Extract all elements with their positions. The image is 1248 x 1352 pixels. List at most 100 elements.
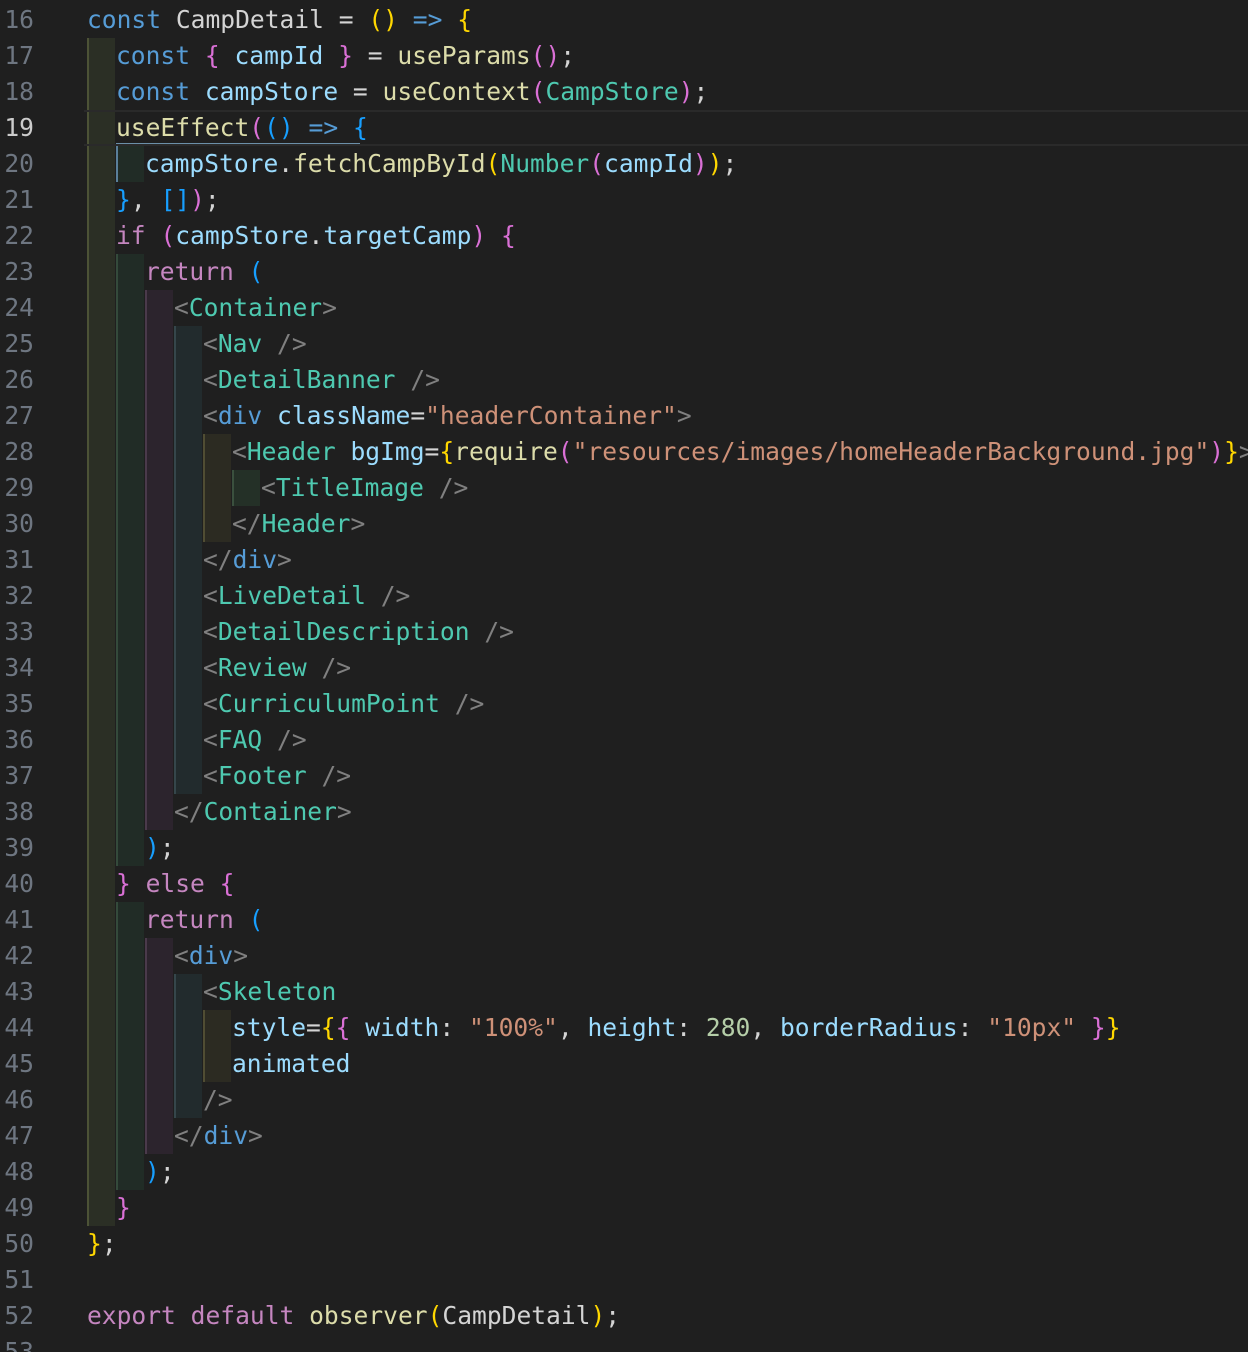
- code-token: <: [203, 977, 218, 1006]
- code-line[interactable]: 28 <Header bgImg={require("resources/imag…: [0, 434, 1248, 470]
- code-line[interactable]: 18 const campStore = useContext(CampStore…: [0, 74, 1248, 110]
- indent-guide: [232, 470, 260, 506]
- code-token: export: [87, 1301, 176, 1330]
- code-line[interactable]: 35 <CurriculumPoint />: [0, 686, 1248, 722]
- line-number: 40: [4, 869, 34, 898]
- code-line[interactable]: 34 <Review />: [0, 650, 1248, 686]
- code-line[interactable]: 23 return (: [0, 254, 1248, 290]
- indent-guide: [87, 614, 115, 650]
- line-number: 51: [4, 1265, 34, 1294]
- code-token: observer: [309, 1301, 428, 1330]
- code-line[interactable]: 20 campStore.fetchCampById(Number(campId)…: [0, 146, 1248, 182]
- code-line[interactable]: 39);: [0, 830, 1248, 866]
- indent-guide: [87, 578, 115, 614]
- code-line[interactable]: 44 style={{ width: "100%", height: 280, b…: [0, 1010, 1248, 1046]
- code-line[interactable]: 40} else {: [0, 866, 1248, 902]
- code-token: =: [424, 437, 440, 466]
- code-line[interactable]: 33 <DetailDescription />: [0, 614, 1248, 650]
- code-line[interactable]: 30 </Header>: [0, 506, 1248, 542]
- code-token: </: [232, 509, 262, 538]
- line-number: 46: [4, 1085, 34, 1114]
- code-line[interactable]: 26 <DetailBanner />: [0, 362, 1248, 398]
- code-text: animated: [232, 1046, 350, 1082]
- code-token: if: [116, 221, 146, 250]
- indent-guide: [116, 794, 144, 830]
- code-line[interactable]: 46 />: [0, 1082, 1248, 1118]
- line-number: 44: [4, 1013, 34, 1042]
- code-line[interactable]: 24 <Container>: [0, 290, 1248, 326]
- code-text: const { campId } = useParams();: [116, 38, 575, 74]
- code-text: </div>: [203, 542, 292, 578]
- code-line[interactable]: 53: [0, 1334, 1248, 1352]
- code-token: useEffect: [116, 113, 250, 142]
- code-line[interactable]: 43 <Skeleton: [0, 974, 1248, 1010]
- code-line[interactable]: 36 <FAQ />: [0, 722, 1248, 758]
- indent-guide: [116, 830, 144, 866]
- indent-guide: [174, 506, 202, 542]
- code-line[interactable]: 29 <TitleImage />: [0, 470, 1248, 506]
- code-line[interactable]: 31 </div>: [0, 542, 1248, 578]
- code-line[interactable]: 42 <div>: [0, 938, 1248, 974]
- code-token: ): [590, 1301, 606, 1330]
- code-line[interactable]: 48);: [0, 1154, 1248, 1190]
- code-editor[interactable]: 16 const CampDetail = () => { 17 const { ca…: [0, 0, 1248, 1352]
- code-text: );: [145, 830, 175, 866]
- code-token: div: [232, 545, 278, 574]
- code-line[interactable]: 49}: [0, 1190, 1248, 1226]
- code-token: />: [380, 581, 411, 610]
- code-line[interactable]: 51: [0, 1262, 1248, 1298]
- indent-guide: [87, 1010, 115, 1046]
- code-token: height: [587, 1013, 677, 1042]
- code-token: <: [174, 941, 189, 970]
- code-token: Skeleton: [217, 977, 337, 1006]
- indent-guide: [87, 74, 115, 110]
- line-number: 17: [4, 41, 34, 70]
- indent-guide: [116, 254, 144, 290]
- code-token: >: [350, 509, 366, 538]
- code-line[interactable]: 27 <div className="headerContainer">: [0, 398, 1248, 434]
- code-line[interactable]: 38 </Container>: [0, 794, 1248, 830]
- code-line[interactable]: 41 return (: [0, 902, 1248, 938]
- code-token: bgImg: [350, 437, 425, 466]
- indent-guide: [145, 758, 173, 794]
- line-number: 43: [4, 977, 34, 1006]
- code-token: DetailDescription: [217, 617, 470, 646]
- code-line[interactable]: 17 const { campId } = useParams();: [0, 38, 1248, 74]
- code-token: const: [116, 41, 191, 70]
- indent-guide: [174, 758, 202, 794]
- indent-guide: [145, 1118, 173, 1154]
- code-line[interactable]: 32 <LiveDetail />: [0, 578, 1248, 614]
- code-line[interactable]: 37 <Footer />: [0, 758, 1248, 794]
- code-line[interactable]: 19 useEffect(() => {: [0, 110, 1248, 146]
- indent-guide: [87, 650, 115, 686]
- code-token: <: [232, 437, 247, 466]
- code-line[interactable]: 47 </div>: [0, 1118, 1248, 1154]
- code-token: />: [454, 689, 485, 718]
- code-token: (: [248, 257, 264, 286]
- code-line[interactable]: 25 <Nav />: [0, 326, 1248, 362]
- indent-guide: [174, 326, 202, 362]
- code-text: }: [116, 1190, 131, 1226]
- code-line[interactable]: 22 if (campStore.targetCamp) {: [0, 218, 1248, 254]
- code-token: </: [203, 545, 233, 574]
- code-line[interactable]: 45 animated: [0, 1046, 1248, 1082]
- code-token: >: [277, 545, 292, 574]
- code-token: }: [338, 41, 353, 70]
- code-token: .: [308, 221, 324, 250]
- code-line[interactable]: 16 const CampDetail = () => {: [0, 2, 1248, 38]
- code-line[interactable]: 50};: [0, 1226, 1248, 1262]
- code-text: <Skeleton: [203, 974, 336, 1010]
- indent-guide: [116, 1154, 144, 1190]
- code-token: "10px": [987, 1013, 1077, 1042]
- indent-guide: [87, 38, 115, 74]
- code-line[interactable]: 21}, []);: [0, 182, 1248, 218]
- code-text: </Container>: [174, 794, 352, 830]
- indent-guide: [174, 614, 202, 650]
- indent-guide: [116, 938, 144, 974]
- code-line[interactable]: 52 export default observer(CampDetail);: [0, 1298, 1248, 1334]
